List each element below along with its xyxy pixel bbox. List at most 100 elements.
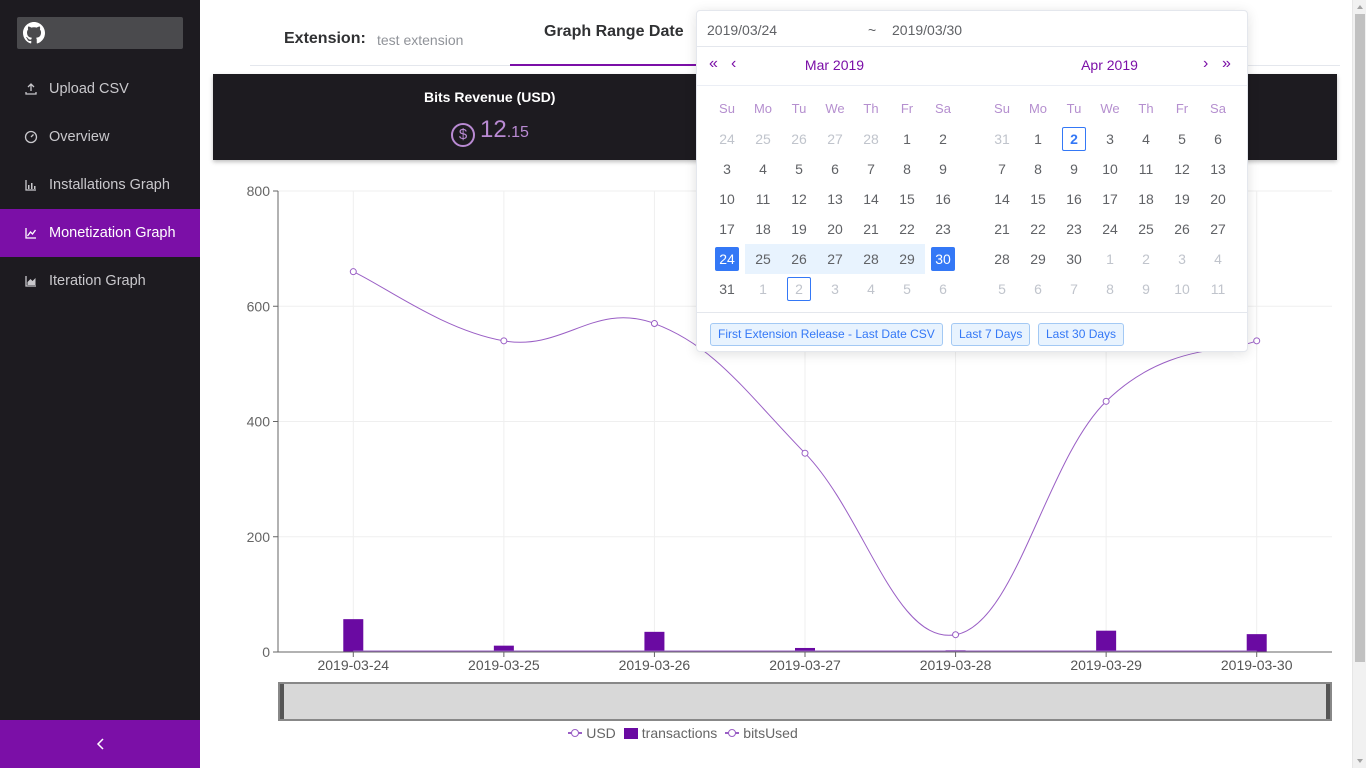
scrollbar-thumb[interactable]: [1355, 14, 1365, 662]
github-logo-bar[interactable]: [17, 17, 183, 49]
calendar-day[interactable]: 18: [745, 214, 781, 244]
calendar-day[interactable]: 10: [709, 184, 745, 214]
calendar-day[interactable]: 2: [1056, 124, 1092, 154]
calendar-day[interactable]: 6: [817, 154, 853, 184]
calendar-day[interactable]: 28: [984, 244, 1020, 274]
calendar-day[interactable]: 5: [889, 274, 925, 304]
calendar-day[interactable]: 15: [889, 184, 925, 214]
calendar-day[interactable]: 29: [1020, 244, 1056, 274]
calendar-day[interactable]: 21: [853, 214, 889, 244]
calendar-day[interactable]: 13: [817, 184, 853, 214]
calendar-day[interactable]: 11: [1200, 274, 1236, 304]
calendar-day[interactable]: 23: [925, 214, 961, 244]
calendar-day[interactable]: 5: [1164, 124, 1200, 154]
chart-zoom-slider[interactable]: [278, 682, 1332, 721]
calendar-day[interactable]: 4: [1200, 244, 1236, 274]
calendar-day[interactable]: 2: [1128, 244, 1164, 274]
calendar-day[interactable]: 4: [1128, 124, 1164, 154]
calendar-day[interactable]: 6: [925, 274, 961, 304]
calendar-day[interactable]: 8: [1092, 274, 1128, 304]
calendar-day[interactable]: 13: [1200, 154, 1236, 184]
calendar-day[interactable]: 3: [1164, 244, 1200, 274]
calendar-day[interactable]: 4: [745, 154, 781, 184]
calendar-day[interactable]: 29: [889, 244, 925, 274]
calendar-day[interactable]: 1: [889, 124, 925, 154]
end-date-input[interactable]: 2019/03/30: [892, 22, 962, 38]
calendar-day[interactable]: 7: [984, 154, 1020, 184]
shortcut-last-7-days[interactable]: Last 7 Days: [951, 323, 1031, 346]
calendar-day[interactable]: 30: [1056, 244, 1092, 274]
calendar-day[interactable]: 17: [1092, 184, 1128, 214]
legend-item-usd[interactable]: USD: [568, 724, 616, 742]
calendar-day[interactable]: 26: [781, 244, 817, 274]
sidebar-item-overview[interactable]: Overview: [0, 113, 200, 161]
calendar-day[interactable]: 26: [1164, 214, 1200, 244]
calendar-day[interactable]: 19: [1164, 184, 1200, 214]
slider-handle-left[interactable]: [280, 684, 284, 719]
calendar-day[interactable]: 27: [817, 244, 853, 274]
calendar-day[interactable]: 14: [984, 184, 1020, 214]
calendar-day[interactable]: 9: [1056, 154, 1092, 184]
calendar-day[interactable]: 15: [1020, 184, 1056, 214]
calendar-day[interactable]: 17: [709, 214, 745, 244]
calendar-day[interactable]: 27: [817, 124, 853, 154]
calendar-day[interactable]: 5: [781, 154, 817, 184]
calendar-day[interactable]: 10: [1164, 274, 1200, 304]
legend-item-bitsused[interactable]: bitsUsed: [725, 724, 798, 742]
calendar-day[interactable]: 4: [853, 274, 889, 304]
calendar-day[interactable]: 1: [745, 274, 781, 304]
calendar-day[interactable]: 18: [1128, 184, 1164, 214]
legend-item-transactions[interactable]: transactions: [623, 724, 717, 742]
calendar-day[interactable]: 22: [889, 214, 925, 244]
calendar-day[interactable]: 8: [889, 154, 925, 184]
calendar-day[interactable]: 24: [709, 244, 745, 274]
calendar-day[interactable]: 23: [1056, 214, 1092, 244]
calendar-day[interactable]: 1: [1020, 124, 1056, 154]
calendar-day[interactable]: 31: [709, 274, 745, 304]
calendar-day[interactable]: 6: [1200, 124, 1236, 154]
calendar-day[interactable]: 25: [1128, 214, 1164, 244]
calendar-day[interactable]: 2: [925, 124, 961, 154]
calendar-day[interactable]: 21: [984, 214, 1020, 244]
calendar-day[interactable]: 28: [853, 124, 889, 154]
calendar-day[interactable]: 7: [1056, 274, 1092, 304]
sidebar-item-monetization-graph[interactable]: Monetization Graph: [0, 209, 200, 257]
start-date-input[interactable]: 2019/03/24: [707, 22, 777, 38]
calendar-day[interactable]: 11: [1128, 154, 1164, 184]
calendar-day[interactable]: 9: [925, 154, 961, 184]
shortcut-first-release-last-csv[interactable]: First Extension Release - Last Date CSV: [710, 323, 943, 346]
calendar-day[interactable]: 7: [853, 154, 889, 184]
slider-handle-right[interactable]: [1326, 684, 1330, 719]
calendar-day[interactable]: 20: [1200, 184, 1236, 214]
calendar-day[interactable]: 5: [984, 274, 1020, 304]
calendar-day[interactable]: 3: [1092, 124, 1128, 154]
calendar-day[interactable]: 3: [817, 274, 853, 304]
scroll-up-icon[interactable]: [1353, 0, 1366, 14]
calendar-day[interactable]: 19: [781, 214, 817, 244]
calendar-day[interactable]: 24: [1092, 214, 1128, 244]
calendar-day[interactable]: 31: [984, 124, 1020, 154]
calendar-day[interactable]: 26: [781, 124, 817, 154]
calendar-day[interactable]: 27: [1200, 214, 1236, 244]
extension-value[interactable]: test extension: [377, 32, 463, 48]
calendar-day[interactable]: 3: [709, 154, 745, 184]
calendar-day[interactable]: 30: [925, 244, 961, 274]
sidebar-item-iteration-graph[interactable]: Iteration Graph: [0, 257, 200, 305]
calendar-day[interactable]: 24: [709, 124, 745, 154]
sidebar-item-installations-graph[interactable]: Installations Graph: [0, 161, 200, 209]
calendar-day[interactable]: 20: [817, 214, 853, 244]
calendar-day[interactable]: 2: [781, 274, 817, 304]
calendar-day[interactable]: 11: [745, 184, 781, 214]
calendar-day[interactable]: 28: [853, 244, 889, 274]
shortcut-last-30-days[interactable]: Last 30 Days: [1038, 323, 1125, 346]
calendar-day[interactable]: 14: [853, 184, 889, 214]
scroll-down-icon[interactable]: [1353, 754, 1366, 768]
calendar-day[interactable]: 12: [1164, 154, 1200, 184]
calendar-day[interactable]: 8: [1020, 154, 1056, 184]
calendar-day[interactable]: 25: [745, 244, 781, 274]
calendar-day[interactable]: 22: [1020, 214, 1056, 244]
page-scrollbar[interactable]: [1352, 0, 1366, 768]
calendar-day[interactable]: 25: [745, 124, 781, 154]
calendar-day[interactable]: 6: [1020, 274, 1056, 304]
calendar-day[interactable]: 12: [781, 184, 817, 214]
